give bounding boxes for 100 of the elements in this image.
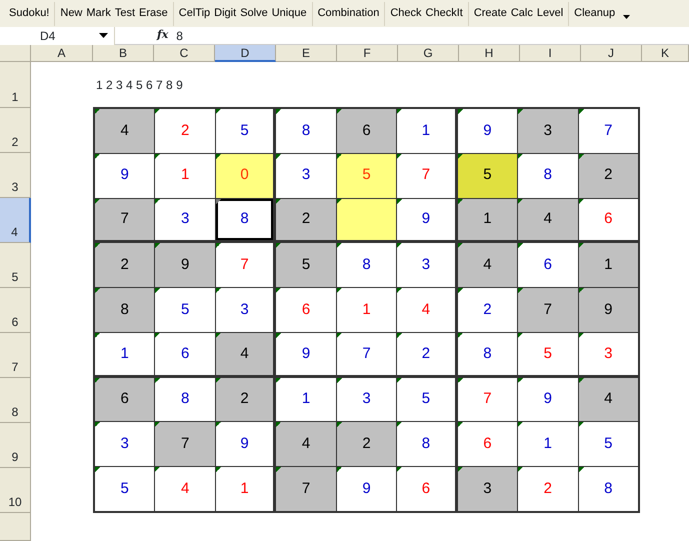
sudoku-cell[interactable]: 1	[336, 288, 396, 332]
sudoku-cell[interactable]: 7	[578, 109, 638, 153]
row-header[interactable]: 5	[0, 243, 31, 288]
sudoku-cell[interactable]: 5	[518, 332, 578, 375]
column-header[interactable]: G	[398, 45, 459, 62]
sudoku-cell[interactable]: 1	[155, 154, 215, 198]
sudoku-cell[interactable]: 8	[276, 109, 336, 153]
sudoku-cell[interactable]: 6	[155, 332, 215, 375]
row-header[interactable]: 10	[0, 468, 31, 513]
sudoku-cell[interactable]: 4	[155, 467, 215, 511]
sudoku-cell[interactable]: 7	[458, 378, 518, 422]
sudoku-cell[interactable]: 9	[397, 198, 455, 240]
toolbar-button[interactable]: CelTip	[176, 4, 212, 23]
sudoku-cell[interactable]: 4	[95, 109, 154, 153]
sudoku-cell[interactable]: 3	[578, 332, 638, 375]
sudoku-cell[interactable]: 6	[276, 288, 336, 332]
sudoku-cell[interactable]: 5	[155, 288, 215, 332]
sudoku-cell[interactable]: 6	[518, 243, 578, 288]
row-header[interactable]: 4	[0, 198, 31, 243]
sudoku-cell[interactable]	[336, 198, 396, 240]
sudoku-cell[interactable]: 3	[95, 422, 154, 466]
name-box[interactable]: D4	[0, 26, 115, 44]
sudoku-cell[interactable]: 9	[155, 243, 215, 288]
column-header[interactable]: E	[276, 45, 337, 62]
sudoku-cell[interactable]: 2	[95, 243, 154, 288]
sudoku-cell[interactable]: 2	[155, 109, 215, 153]
sudoku-cell[interactable]: 5	[458, 154, 518, 198]
sudoku-cell[interactable]: 2	[276, 198, 336, 240]
sudoku-cell[interactable]: 1	[458, 198, 518, 240]
column-header[interactable]: D	[215, 45, 276, 62]
sudoku-cell[interactable]: 7	[397, 154, 455, 198]
sudoku-cell[interactable]: 5	[578, 422, 638, 466]
toolbar-button[interactable]: CheckIt	[424, 4, 465, 23]
column-header[interactable]: K	[642, 45, 689, 62]
column-header[interactable]: H	[459, 45, 520, 62]
sudoku-cell[interactable]: 2	[336, 422, 396, 466]
sudoku-cell[interactable]: 8	[578, 467, 638, 511]
function-label[interactable]: fx	[157, 27, 168, 44]
toolbar-button[interactable]: New	[58, 4, 84, 23]
toolbar-button[interactable]: Check	[388, 4, 424, 23]
toolbar-button[interactable]: Calc	[508, 4, 535, 23]
sudoku-cell[interactable]: 6	[458, 422, 518, 466]
toolbar-button[interactable]: Sudoku!	[7, 4, 52, 23]
sudoku-cell[interactable]: 5	[95, 467, 154, 511]
sudoku-cell[interactable]: 1	[276, 378, 336, 422]
toolbar-button[interactable]: Combination	[316, 4, 382, 23]
sudoku-cell[interactable]: 2	[518, 467, 578, 511]
sudoku-cell[interactable]: 7	[276, 467, 336, 511]
sudoku-cell[interactable]: 6	[95, 378, 154, 422]
sudoku-cell[interactable]: 1	[95, 332, 154, 375]
sudoku-cell[interactable]: 5	[397, 378, 455, 422]
column-header[interactable]: A	[31, 45, 93, 62]
sudoku-cell[interactable]: 5	[216, 109, 274, 153]
row-header[interactable]: 2	[0, 108, 31, 153]
column-header[interactable]: B	[93, 45, 154, 62]
toolbar-button[interactable]: Mark	[84, 4, 113, 23]
toolbar-button[interactable]: Solve	[238, 4, 270, 23]
sudoku-cell[interactable]: 9	[578, 288, 638, 332]
sudoku-cell[interactable]: 7	[336, 332, 396, 375]
toolbar-button[interactable]: Create	[472, 4, 509, 23]
sudoku-cell[interactable]: 5	[276, 243, 336, 288]
row-header[interactable]: 6	[0, 288, 31, 333]
toolbar-button[interactable]: Test	[112, 4, 138, 23]
sudoku-cell[interactable]: 8	[397, 422, 455, 466]
row-header[interactable]: 7	[0, 333, 31, 378]
sudoku-cell[interactable]: 7	[216, 243, 274, 288]
sudoku-cell[interactable]: 7	[155, 422, 215, 466]
sudoku-cell[interactable]: 3	[155, 198, 215, 240]
sudoku-cell[interactable]: 4	[216, 332, 274, 375]
sudoku-cell[interactable]: 9	[95, 154, 154, 198]
sudoku-cell[interactable]: 8	[458, 332, 518, 375]
toolbar-button[interactable]: Digit	[212, 4, 238, 23]
sudoku-cell[interactable]: 9	[336, 467, 396, 511]
sudoku-cell[interactable]: 4	[458, 243, 518, 288]
sudoku-cell[interactable]: 8	[95, 288, 154, 332]
sudoku-cell[interactable]: 4	[397, 288, 455, 332]
toolbar-button[interactable]: Unique	[270, 4, 309, 23]
sudoku-cell[interactable]: 6	[336, 109, 396, 153]
sudoku-cell[interactable]: 9	[276, 332, 336, 375]
sudoku-cell[interactable]: 1	[518, 422, 578, 466]
row-header[interactable]: 9	[0, 423, 31, 468]
sudoku-cell[interactable]: 8	[518, 154, 578, 198]
sudoku-cell[interactable]: 4	[276, 422, 336, 466]
sudoku-cell[interactable]: 2	[458, 288, 518, 332]
sudoku-cell[interactable]: 9	[458, 109, 518, 153]
sudoku-cell[interactable]: 1	[397, 109, 455, 153]
column-header[interactable]: I	[520, 45, 581, 62]
sudoku-cell[interactable]: 3	[458, 467, 518, 511]
sudoku-cell[interactable]: 2	[397, 332, 455, 375]
row-header[interactable]: 8	[0, 378, 31, 423]
sudoku-cell[interactable]: 4	[578, 378, 638, 422]
sudoku-cell[interactable]: 4	[518, 198, 578, 240]
sudoku-cell[interactable]: 2	[216, 378, 274, 422]
sudoku-cell[interactable]: 9	[518, 378, 578, 422]
sudoku-cell[interactable]: 8	[155, 378, 215, 422]
toolbar-button[interactable]: Cleanup	[572, 4, 618, 23]
row-header[interactable]: 1	[0, 62, 31, 108]
column-header[interactable]: J	[581, 45, 642, 62]
column-header[interactable]: F	[337, 45, 398, 62]
sudoku-cell[interactable]: 3	[276, 154, 336, 198]
